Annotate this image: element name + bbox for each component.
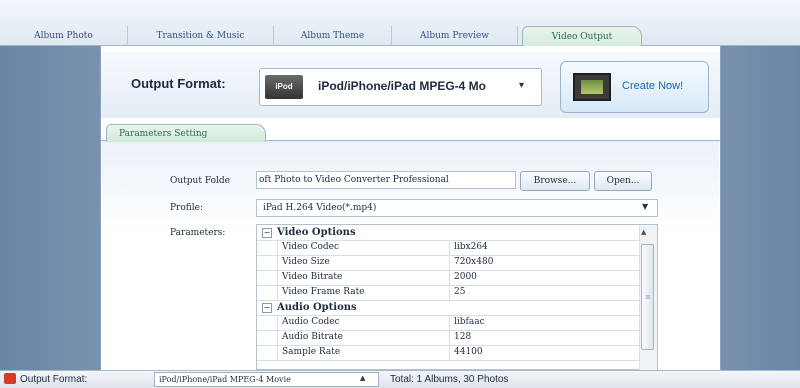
group-title: Audio Options — [277, 302, 357, 313]
video-options-group[interactable]: − Video Options — [257, 225, 640, 241]
film-icon — [573, 73, 611, 101]
table-row[interactable]: Sample Rate 44100 — [257, 345, 640, 361]
browse-button[interactable]: Browse... — [520, 171, 590, 191]
tab-video-output[interactable]: Video Output — [522, 26, 642, 47]
table-row[interactable]: Video Size 720x480 — [257, 255, 640, 271]
output-folder-label: Output Folde — [170, 176, 230, 186]
table-row[interactable]: Video Frame Rate 25 — [257, 285, 640, 301]
param-key: Video Size — [277, 255, 449, 270]
output-folder-field[interactable]: oft Photo to Video Converter Professiona… — [256, 171, 516, 189]
status-output-format-select[interactable]: iPod/iPhone/iPad MPEG-4 Movie — [154, 372, 379, 387]
collapse-icon[interactable]: − — [262, 303, 272, 313]
param-value[interactable]: 2000 — [449, 270, 640, 285]
collapse-icon[interactable]: − — [262, 228, 272, 238]
tab-transition-music[interactable]: Transition & Music — [128, 26, 274, 46]
table-row[interactable]: Audio Bitrate 128 — [257, 330, 640, 346]
status-output-format-label: Output Format: — [20, 374, 88, 385]
tab-album-theme[interactable]: Album Theme — [274, 26, 392, 46]
profile-select[interactable]: iPad H.264 Video(*.mp4) — [256, 199, 658, 217]
parameters-label: Parameters: — [170, 228, 226, 238]
scroll-up-icon[interactable]: ▲ — [641, 228, 646, 236]
grip-icon: ≡ — [645, 293, 651, 301]
chevron-down-icon[interactable]: ▾ — [519, 80, 524, 91]
status-total-text: Total: 1 Albums, 30 Photos — [390, 374, 509, 385]
table-row[interactable]: Video Codec libx264 — [257, 240, 640, 256]
parameters-grid[interactable]: − Video Options Video Codec libx264 Vide… — [256, 224, 658, 370]
table-row[interactable]: Video Bitrate 2000 — [257, 270, 640, 286]
tab-album-preview[interactable]: Album Preview — [392, 26, 518, 46]
ipod-icon: iPod — [265, 75, 303, 99]
output-format-label: Output Format: — [131, 76, 226, 91]
param-key: Video Bitrate — [277, 270, 449, 285]
main-right-gutter — [721, 46, 800, 370]
param-value[interactable]: 25 — [449, 285, 640, 300]
main-left-gutter — [0, 46, 100, 370]
param-key: Audio Bitrate — [277, 330, 449, 345]
app-icon — [4, 373, 16, 384]
profile-label: Profile: — [170, 203, 204, 213]
table-row[interactable]: Audio Codec libfaac — [257, 315, 640, 331]
audio-options-group[interactable]: − Audio Options — [257, 300, 640, 316]
tab-album-photo[interactable]: Album Photo — [0, 26, 128, 46]
group-title: Video Options — [277, 227, 356, 238]
param-value[interactable]: 128 — [449, 330, 640, 345]
param-value[interactable]: 720x480 — [449, 255, 640, 270]
param-value[interactable]: 44100 — [449, 345, 640, 360]
param-key: Video Codec — [277, 240, 449, 255]
param-key: Video Frame Rate — [277, 285, 449, 300]
tab-parameters-setting[interactable]: Parameters Setting — [106, 124, 266, 142]
chevron-up-icon[interactable]: ▲ — [360, 374, 365, 382]
param-key: Audio Codec — [277, 315, 449, 330]
open-button[interactable]: Open... — [594, 171, 652, 191]
param-value[interactable]: libfaac — [449, 315, 640, 330]
output-format-value: iPod/iPhone/iPad MPEG-4 Mo — [318, 79, 487, 93]
param-key: Sample Rate — [277, 345, 449, 360]
chevron-down-icon[interactable]: ▼ — [642, 202, 648, 211]
create-now-label: Create Now! — [622, 80, 684, 92]
param-value[interactable]: libx264 — [449, 240, 640, 255]
